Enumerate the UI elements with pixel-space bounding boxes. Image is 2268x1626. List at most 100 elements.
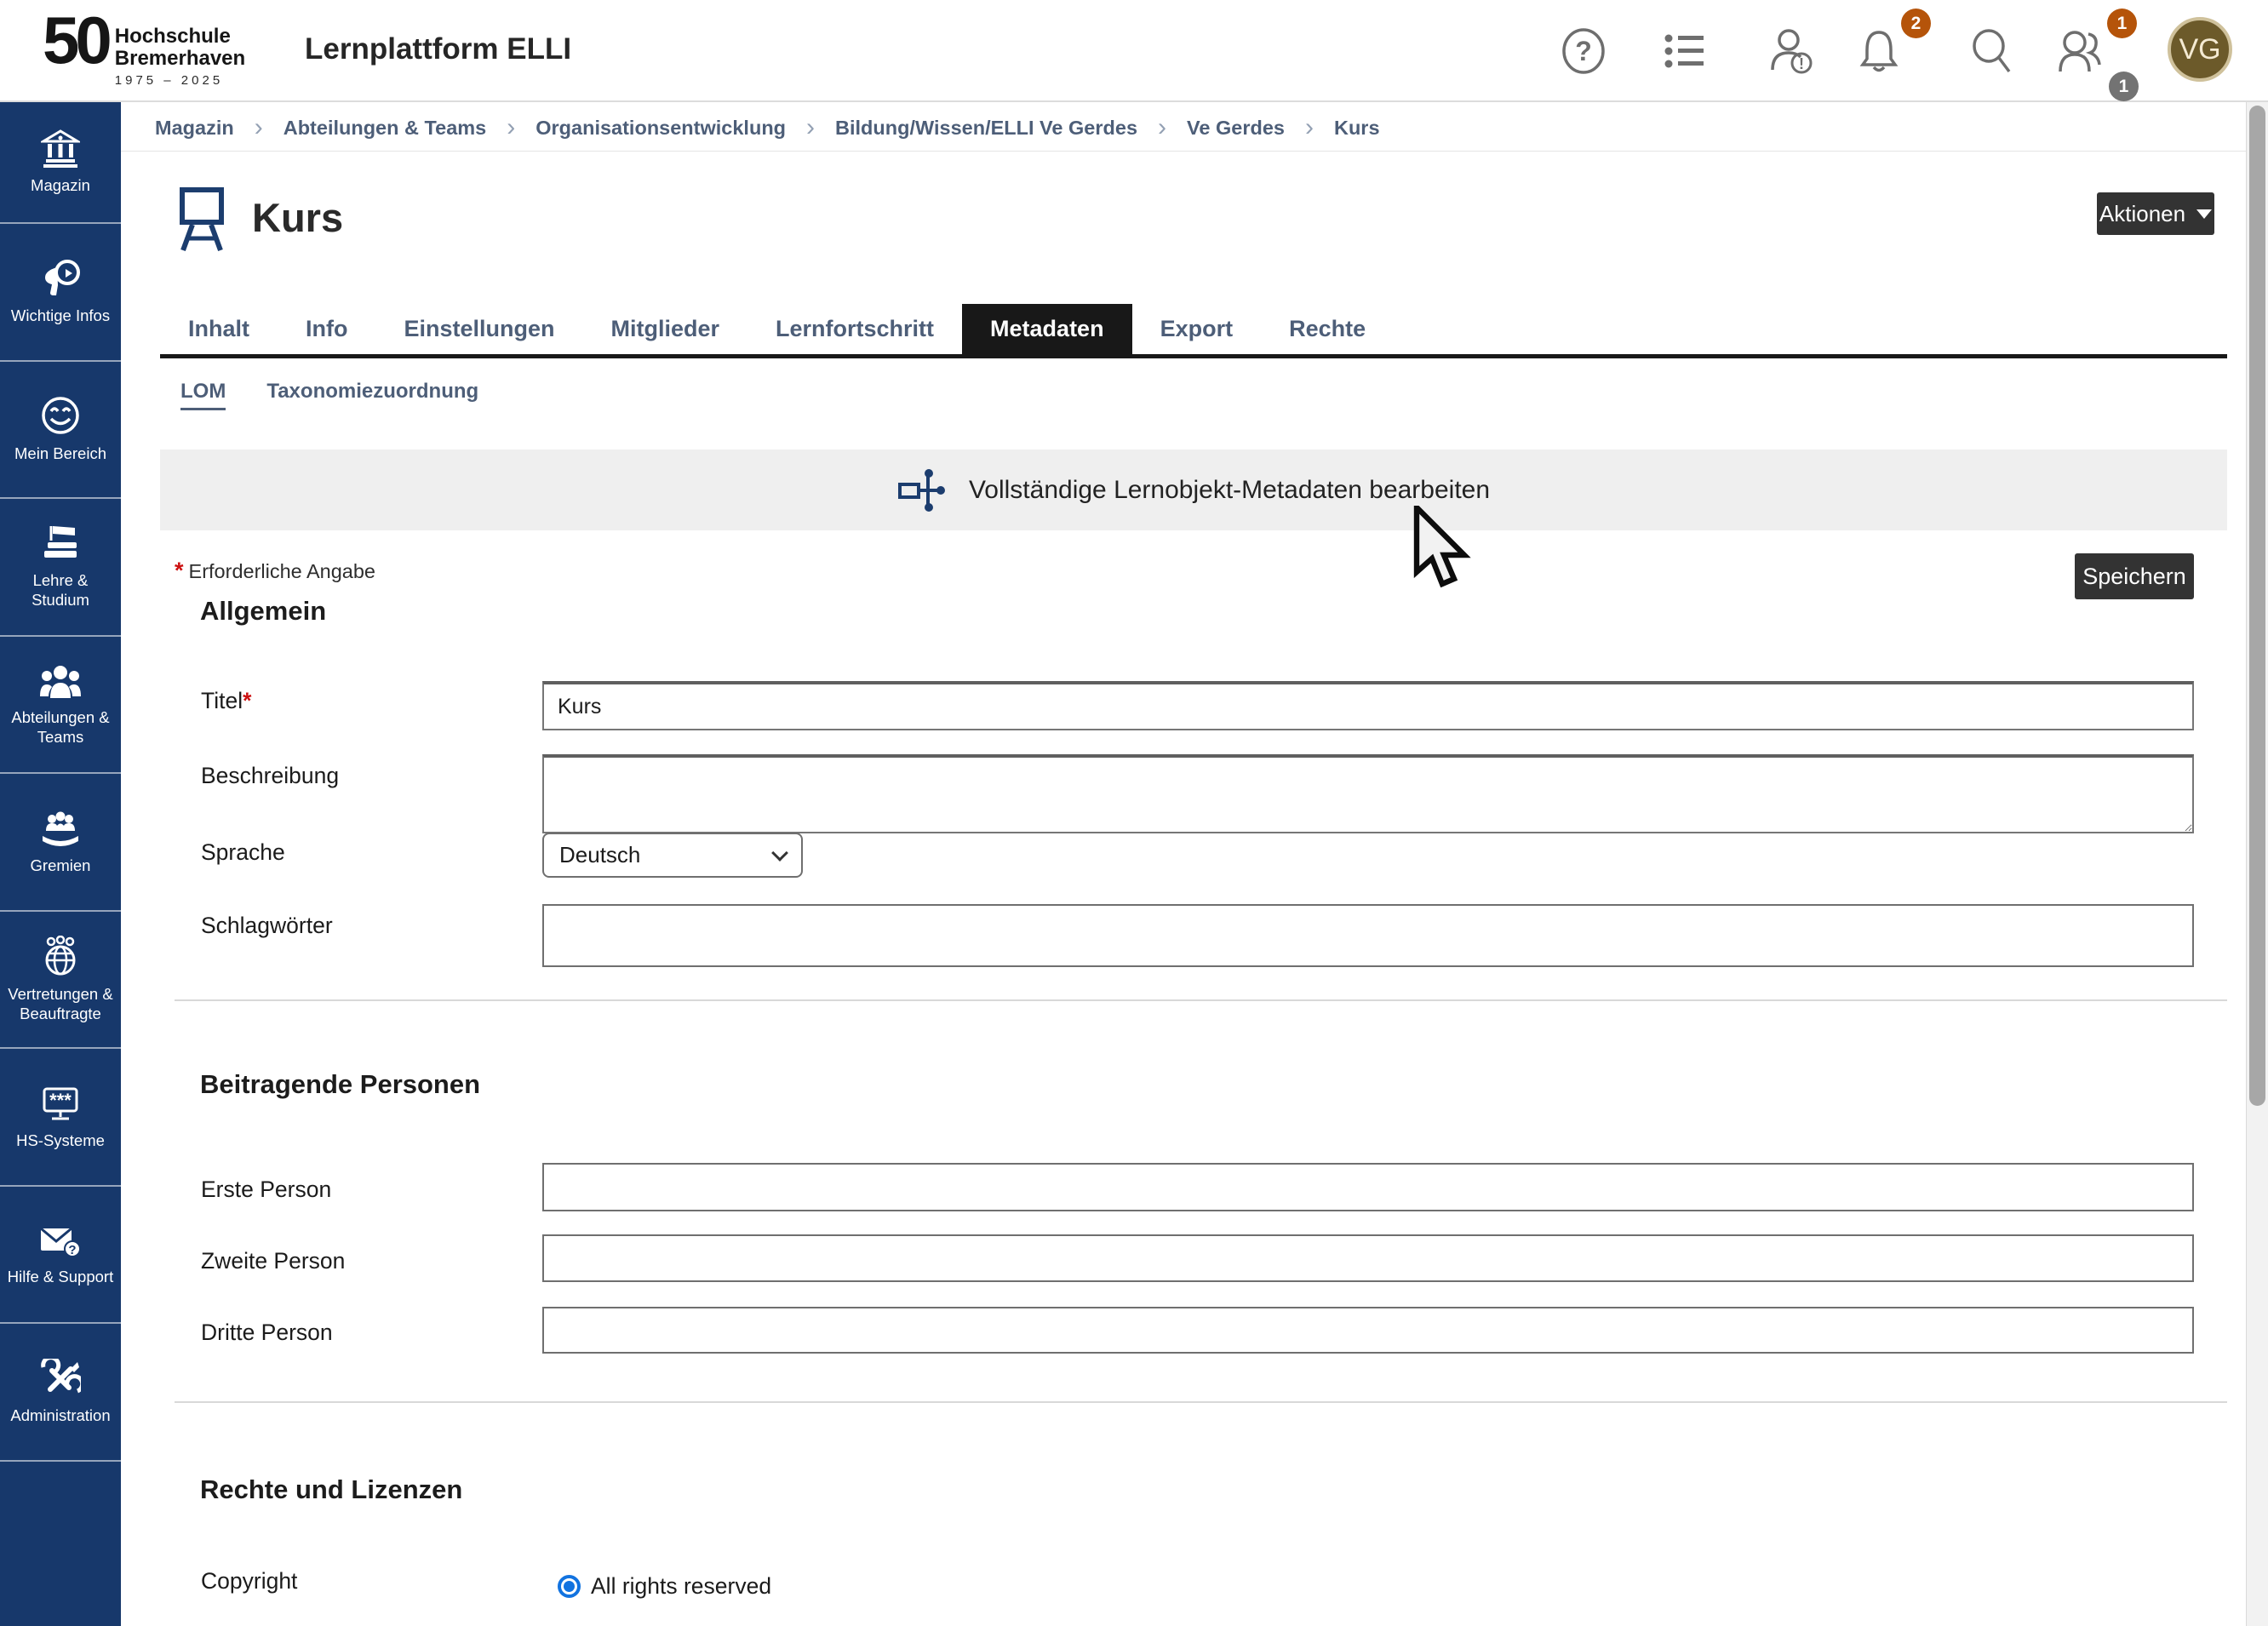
caret-down-icon (2196, 209, 2212, 219)
breadcrumb-item[interactable]: Kurs (1334, 117, 1380, 140)
tab-metadaten[interactable]: Metadaten (962, 304, 1132, 354)
section-heading-beitragende: Beitragende Personen (200, 1069, 480, 1100)
avatar[interactable]: VG (2168, 17, 2232, 82)
required-hint-text: Erforderliche Angabe (189, 560, 375, 582)
logo-line1: Hochschule (115, 26, 245, 48)
sidebar-item-vertretungen-beauftragte[interactable]: Vertretungen & Beauftragte (0, 912, 121, 1050)
chevron-down-icon (771, 844, 788, 862)
scrollbar-thumb[interactable] (2249, 106, 2265, 1106)
edit-full-metadata-banner[interactable]: Vollständige Lernobjekt-Metadaten bearbe… (160, 449, 2227, 530)
copyright-radio[interactable] (558, 1575, 581, 1598)
section-divider (175, 999, 2227, 1001)
save-button[interactable]: Speichern (2075, 553, 2194, 599)
breadcrumb-item[interactable]: Organisationsentwicklung (536, 117, 786, 140)
tab-info[interactable]: Info (278, 304, 375, 354)
breadcrumb-separator-icon: › (507, 113, 515, 142)
app-title: Lernplattform ELLI (305, 32, 571, 66)
dritte-person-input[interactable] (542, 1307, 2194, 1354)
sprache-select[interactable]: Deutsch (542, 833, 803, 878)
erste-person-input[interactable] (542, 1163, 2194, 1211)
contacts-badge: 1 (2107, 9, 2137, 38)
copyright-label: Copyright (201, 1568, 297, 1595)
user-status-icon[interactable]: ! (1768, 26, 1816, 77)
titel-input[interactable] (542, 681, 2194, 730)
sidebar-item-gremien[interactable]: Gremien (0, 774, 121, 912)
actions-button[interactable]: Aktionen (2097, 192, 2214, 235)
scrollbar-track[interactable] (2246, 102, 2268, 1626)
tab-einstellungen[interactable]: Einstellungen (375, 304, 582, 354)
section-heading-rechte: Rechte und Lizenzen (200, 1474, 462, 1505)
notifications-badge: 2 (1901, 9, 1931, 38)
svg-text:?: ? (1575, 36, 1592, 66)
logo-years: 1975 – 2025 (115, 73, 245, 88)
breadcrumb-item[interactable]: Bildung/Wissen/ELLI Ve Gerdes (835, 117, 1137, 140)
sidebar-item-abteilungen-teams[interactable]: Abteilungen & Teams (0, 637, 121, 775)
tab-underline (160, 354, 2227, 358)
required-hint: *Erforderliche Angabe (175, 558, 375, 584)
section-divider (175, 1401, 2227, 1403)
subtab-lom[interactable]: LOM (180, 380, 226, 410)
sidebar-item-mein-bereich[interactable]: Mein Bereich (0, 362, 121, 500)
sidebar-item-label: Wichtige Infos (11, 306, 110, 325)
tab-rechte[interactable]: Rechte (1261, 304, 1394, 354)
sidebar-item-hs-systeme[interactable]: *** HS-Systeme (0, 1049, 121, 1187)
dritte-person-label: Dritte Person (201, 1320, 333, 1346)
breadcrumb-item[interactable]: Ve Gerdes (1187, 117, 1285, 140)
section-heading-allgemein: Allgemein (200, 596, 326, 627)
required-star: * (175, 558, 184, 583)
tab-bar: Inhalt Info Einstellungen Mitglieder Ler… (160, 304, 1394, 354)
titel-label: Titel* (201, 688, 251, 714)
tab-lernfortschritt[interactable]: Lernfortschritt (747, 304, 962, 354)
committee-icon (39, 809, 82, 848)
sidebar-item-wichtige-infos[interactable]: Wichtige Infos (0, 224, 121, 362)
schlagwoerter-label: Schlagwörter (201, 913, 333, 939)
svg-text:?: ? (68, 1243, 76, 1257)
metadata-tree-icon (897, 467, 947, 514)
help-icon[interactable]: ? (1560, 26, 1607, 77)
breadcrumb-separator-icon: › (1158, 113, 1166, 142)
titel-label-text: Titel (201, 688, 243, 713)
beschreibung-textarea[interactable] (542, 754, 2194, 833)
mail-help-icon: ? (38, 1222, 83, 1259)
sidebar-item-administration[interactable]: Administration (0, 1324, 121, 1462)
sidebar-item-hilfe-support[interactable]: ? Hilfe & Support (0, 1187, 121, 1325)
header: 50 Hochschule Bremerhaven 1975 – 2025 Le… (0, 0, 2268, 102)
bell-icon[interactable] (1855, 26, 1903, 77)
smiley-icon (40, 395, 81, 436)
sidebar-item-lehre-studium[interactable]: Lehre & Studium (0, 499, 121, 637)
monitor-icon: *** (39, 1084, 82, 1123)
search-icon[interactable] (1967, 26, 2015, 77)
tab-export[interactable]: Export (1132, 304, 1262, 354)
zweite-person-input[interactable] (542, 1234, 2194, 1282)
beschreibung-label: Beschreibung (201, 763, 339, 789)
logo-50: 50 (43, 7, 108, 88)
megaphone-icon (40, 259, 81, 298)
subtab-taxonomiezuordnung[interactable]: Taxonomiezuordnung (266, 380, 478, 410)
todo-list-icon[interactable] (1661, 26, 1709, 77)
svg-text:***: *** (49, 1090, 72, 1111)
sprache-label: Sprache (201, 839, 285, 866)
copyright-option-label[interactable]: All rights reserved (591, 1573, 771, 1600)
page-title: Kurs (252, 194, 343, 241)
tab-mitglieder[interactable]: Mitglieder (583, 304, 748, 354)
sidebar-item-label: Gremien (31, 856, 91, 875)
sidebar-item-label: Administration (10, 1406, 110, 1425)
sidebar: Magazin Wichtige Infos Mein Bereich Lehr… (0, 102, 121, 1626)
sidebar-item-label: Mein Bereich (14, 444, 106, 463)
university-logo[interactable]: 50 Hochschule Bremerhaven 1975 – 2025 (43, 7, 245, 88)
sidebar-item-label: Abteilungen & Teams (3, 707, 118, 747)
schlagwoerter-input[interactable] (542, 904, 2194, 967)
contacts-secondary-badge: 1 (2109, 72, 2139, 101)
breadcrumb-separator-icon: › (1305, 113, 1314, 142)
breadcrumb-item[interactable]: Magazin (155, 117, 234, 140)
bank-icon (41, 129, 80, 168)
tab-inhalt[interactable]: Inhalt (160, 304, 278, 354)
breadcrumb-item[interactable]: Abteilungen & Teams (284, 117, 487, 140)
course-icon (174, 186, 230, 258)
tools-icon (40, 1359, 81, 1398)
sprache-selected-value: Deutsch (559, 842, 640, 868)
contacts-icon[interactable] (2054, 26, 2109, 77)
sidebar-item-magazin[interactable]: Magazin (0, 102, 121, 224)
copyright-radio-row: All rights reserved (558, 1573, 771, 1600)
group-icon (38, 662, 83, 700)
